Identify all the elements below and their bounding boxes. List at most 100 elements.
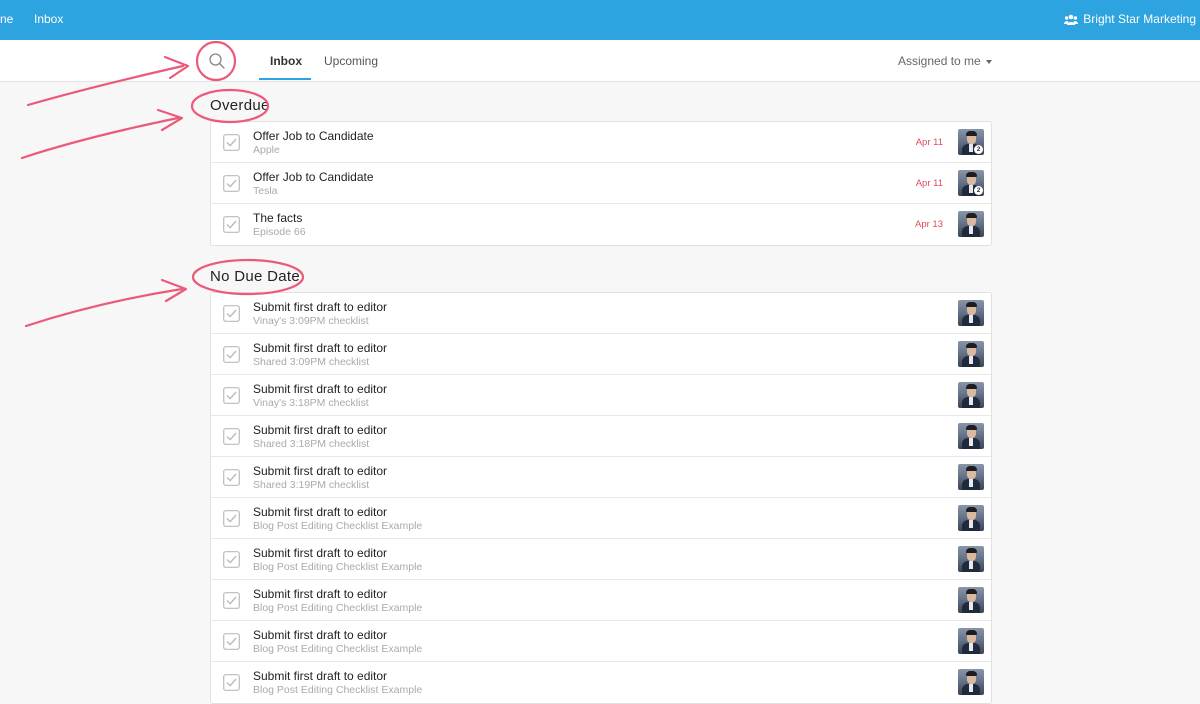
assignee-avatar[interactable] [958, 423, 984, 449]
avatar-hair [966, 213, 977, 218]
avatar-hair [966, 466, 977, 471]
no-due-date-heading: No Due Date [210, 268, 301, 285]
assignee-avatar[interactable]: 2 [958, 129, 984, 155]
task-row[interactable]: Submit first draft to editor Blog Post E… [211, 621, 991, 662]
no-due-date-task-list: Submit first draft to editor Vinay's 3:0… [210, 292, 992, 704]
avatar-hair [966, 172, 977, 177]
task-title[interactable]: The facts [253, 211, 302, 225]
task-checklist-name: Shared 3:09PM checklist [253, 356, 370, 368]
task-row[interactable]: Submit first draft to editor Shared 3:19… [211, 457, 991, 498]
task-row[interactable]: Offer Job to Candidate Tesla Apr 11 2 [211, 163, 991, 204]
tab-upcoming[interactable]: Upcoming [324, 54, 378, 68]
checkbox-icon[interactable] [223, 428, 240, 445]
nav-home-link[interactable]: ne [0, 12, 13, 26]
assignee-avatar[interactable] [958, 464, 984, 490]
avatar-hair [966, 507, 977, 512]
checkbox-icon[interactable] [223, 387, 240, 404]
users-icon [1064, 14, 1079, 25]
task-title[interactable]: Submit first draft to editor [253, 382, 387, 396]
avatar-shirt [969, 684, 973, 692]
assignee-avatar[interactable] [958, 546, 984, 572]
annotation-arrow-3 [24, 287, 184, 328]
organization-switcher[interactable]: Bright Star Marketing [1064, 12, 1196, 26]
caret-down-icon [985, 59, 992, 64]
task-row[interactable]: Submit first draft to editor Vinay's 3:0… [211, 293, 991, 334]
avatar-shirt [969, 602, 973, 610]
task-row[interactable]: Submit first draft to editor Blog Post E… [211, 580, 991, 621]
task-checklist-name: Blog Post Editing Checklist Example [253, 684, 423, 696]
task-title[interactable]: Offer Job to Candidate [253, 170, 374, 184]
task-checklist-name: Tesla [253, 185, 278, 197]
organization-name: Bright Star Marketing [1083, 12, 1196, 26]
task-title[interactable]: Submit first draft to editor [253, 546, 387, 560]
task-title[interactable]: Submit first draft to editor [253, 300, 387, 314]
task-row[interactable]: Offer Job to Candidate Apple Apr 11 2 [211, 122, 991, 163]
search-icon[interactable] [207, 51, 227, 71]
due-date: Apr 11 [915, 178, 943, 189]
assignee-avatar[interactable] [958, 341, 984, 367]
task-checklist-name: Shared 3:19PM checklist [253, 479, 370, 491]
checkbox-icon[interactable] [223, 134, 240, 151]
tab-inbox[interactable]: Inbox [270, 54, 302, 68]
task-row[interactable]: Submit first draft to editor Shared 3:18… [211, 416, 991, 457]
due-date: Apr 11 [915, 137, 943, 148]
avatar-shirt [969, 185, 973, 193]
assignee-avatar[interactable]: 2 [958, 170, 984, 196]
task-row[interactable]: Submit first draft to editor Blog Post E… [211, 662, 991, 703]
checkbox-icon[interactable] [223, 633, 240, 650]
assigned-filter-dropdown[interactable]: Assigned to me [898, 54, 992, 68]
assignee-avatar[interactable] [958, 300, 984, 326]
task-row[interactable]: Submit first draft to editor Vinay's 3:1… [211, 375, 991, 416]
assigned-filter-label: Assigned to me [898, 54, 981, 68]
checkbox-icon[interactable] [223, 674, 240, 691]
avatar-hair [966, 302, 977, 307]
assignee-count-badge: 2 [974, 186, 983, 195]
avatar-shirt [969, 520, 973, 528]
task-title[interactable]: Offer Job to Candidate [253, 129, 374, 143]
task-checklist-name: Shared 3:18PM checklist [253, 438, 370, 450]
checkbox-icon[interactable] [223, 175, 240, 192]
task-checklist-name: Episode 66 [253, 226, 306, 238]
assignee-avatar[interactable] [958, 628, 984, 654]
task-title[interactable]: Submit first draft to editor [253, 587, 387, 601]
overdue-task-list: Offer Job to Candidate Apple Apr 11 2 Of… [210, 121, 992, 246]
checkbox-icon[interactable] [223, 346, 240, 363]
task-checklist-name: Blog Post Editing Checklist Example [253, 602, 423, 614]
task-title[interactable]: Submit first draft to editor [253, 341, 387, 355]
checkbox-icon[interactable] [223, 592, 240, 609]
avatar-hair [966, 343, 977, 348]
avatar-shirt [969, 315, 973, 323]
task-title[interactable]: Submit first draft to editor [253, 628, 387, 642]
assignee-avatar[interactable] [958, 587, 984, 613]
checkbox-icon[interactable] [223, 216, 240, 233]
task-checklist-name: Apple [253, 144, 280, 156]
nav-inbox-link[interactable]: Inbox [34, 12, 63, 26]
overdue-heading: Overdue [210, 97, 270, 114]
assignee-avatar[interactable] [958, 382, 984, 408]
task-row[interactable]: Submit first draft to editor Blog Post E… [211, 539, 991, 580]
task-title[interactable]: Submit first draft to editor [253, 669, 387, 683]
task-title[interactable]: Submit first draft to editor [253, 464, 387, 478]
avatar-shirt [969, 643, 973, 651]
task-checklist-name: Vinay's 3:18PM checklist [253, 397, 369, 409]
avatar-shirt [969, 226, 973, 234]
task-title[interactable]: Submit first draft to editor [253, 423, 387, 437]
avatar-hair [966, 671, 977, 676]
task-row[interactable]: Submit first draft to editor Blog Post E… [211, 498, 991, 539]
checkbox-icon[interactable] [223, 469, 240, 486]
task-row[interactable]: The facts Episode 66 Apr 13 [211, 204, 991, 245]
task-row[interactable]: Submit first draft to editor Shared 3:09… [211, 334, 991, 375]
checkbox-icon[interactable] [223, 551, 240, 568]
annotation-arrow-2 [20, 116, 180, 160]
checkbox-icon[interactable] [223, 305, 240, 322]
assignee-avatar[interactable] [958, 211, 984, 237]
inbox-toolbar: Inbox Upcoming Assigned to me [0, 40, 1200, 82]
assignee-avatar[interactable] [958, 505, 984, 531]
top-navigation-bar: ne Inbox Bright Star Marketing [0, 0, 1200, 40]
task-title[interactable]: Submit first draft to editor [253, 505, 387, 519]
checkbox-icon[interactable] [223, 510, 240, 527]
assignee-avatar[interactable] [958, 669, 984, 695]
task-checklist-name: Vinay's 3:09PM checklist [253, 315, 369, 327]
task-checklist-name: Blog Post Editing Checklist Example [253, 561, 423, 573]
avatar-shirt [969, 356, 973, 364]
